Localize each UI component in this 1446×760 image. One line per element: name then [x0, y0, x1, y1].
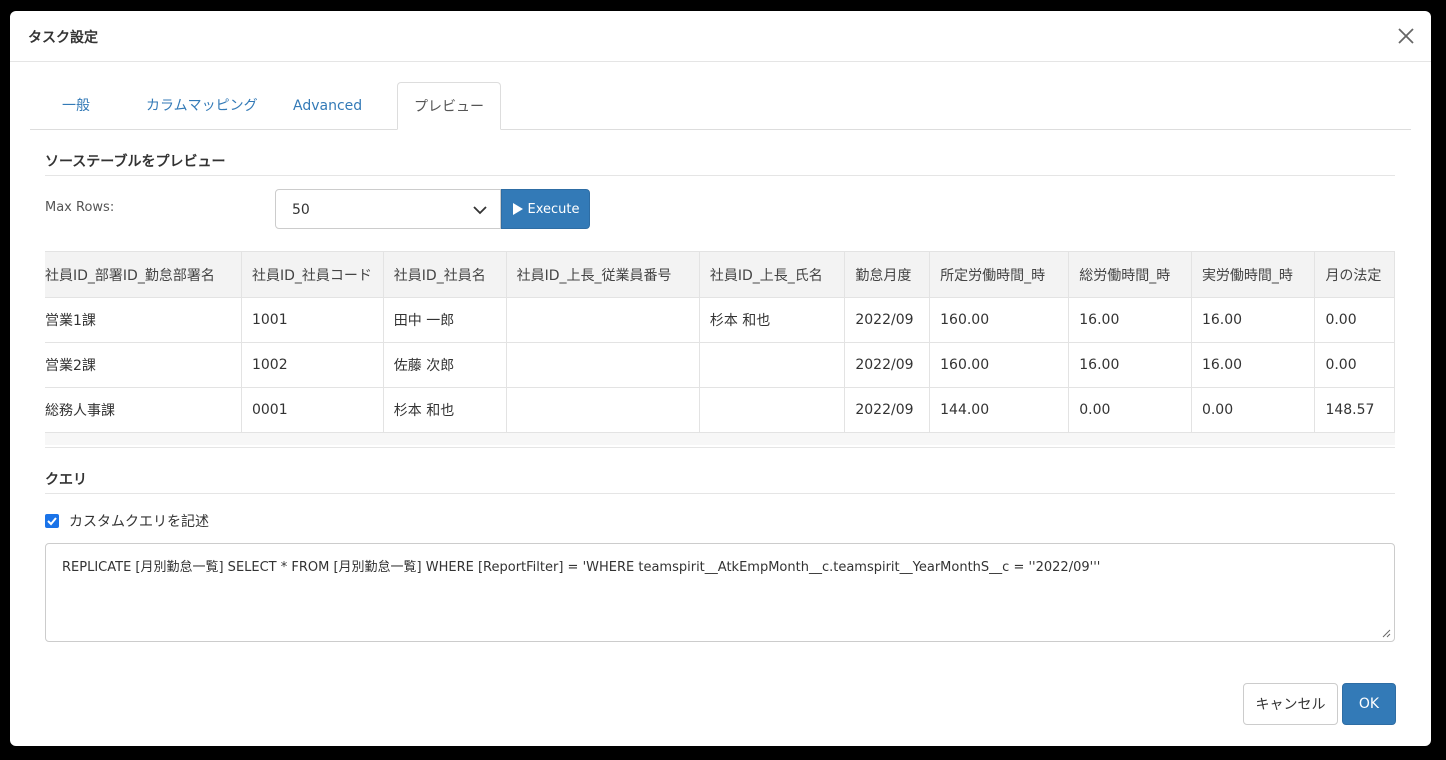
max-rows-label: Max Rows:: [45, 200, 115, 215]
tab-column-mapping[interactable]: カラムマッピング: [130, 82, 274, 128]
dialog-header: タスク設定: [10, 11, 1431, 62]
close-button[interactable]: [1393, 23, 1419, 49]
dialog-title: タスク設定: [28, 30, 98, 46]
query-textarea[interactable]: REPLICATE [月別勤怠一覧] SELECT * FROM [月別勤怠一覧…: [45, 543, 1395, 642]
table-cell: 0001: [240, 387, 384, 433]
custom-query-option: カスタムクエリを記述: [45, 511, 209, 531]
table-cell: 16.00: [1068, 342, 1192, 388]
column-header[interactable]: 社員ID_社員名: [382, 251, 507, 298]
column-header[interactable]: 実労働時間_時: [1190, 251, 1316, 298]
table-header-row: 社員ID_部署ID_勤怠部署名 社員ID_社員コード 社員ID_社員名 社員ID…: [45, 251, 1395, 298]
preview-section-title: ソーステーブルをプレビュー: [45, 154, 226, 170]
column-header[interactable]: 社員ID_上長_氏名: [698, 251, 846, 298]
table-cell: 総務人事課: [45, 387, 242, 433]
horizontal-scrollbar[interactable]: [45, 433, 1395, 445]
tab-general[interactable]: 一般: [46, 82, 106, 128]
table-cell: 営業2課: [45, 342, 242, 388]
table-cell: 佐藤 次郎: [382, 342, 507, 388]
play-icon: [512, 203, 523, 215]
table-cell: 杉本 和也: [382, 387, 507, 433]
table-cell: [505, 342, 700, 388]
table-cell: 杉本 和也: [698, 297, 846, 343]
column-header[interactable]: 社員ID_社員コード: [240, 251, 384, 298]
tab-bar: 一般 カラムマッピング Advanced プレビュー: [30, 82, 1411, 130]
preview-table: 社員ID_部署ID_勤怠部署名 社員ID_社員コード 社員ID_社員名 社員ID…: [45, 251, 1395, 433]
max-rows-select[interactable]: 50: [275, 189, 501, 229]
table-row: 営業1課 1001 田中 一郎 杉本 和也 2022/09 160.00 16.…: [45, 297, 1395, 343]
table-cell: 2022/09: [844, 342, 931, 388]
chevron-down-icon: [473, 206, 487, 215]
table-cell: [505, 387, 700, 433]
table-cell: 0.00: [1314, 297, 1395, 343]
column-header[interactable]: 所定労働時間_時: [929, 251, 1070, 298]
table-cell: 2022/09: [844, 387, 931, 433]
table-cell: 0.00: [1190, 387, 1316, 433]
column-header[interactable]: 社員ID_上長_従業員番号: [505, 251, 700, 298]
tab-preview[interactable]: プレビュー: [397, 82, 501, 130]
table-cell: 0.00: [1314, 342, 1395, 388]
table-cell: 0.00: [1068, 387, 1192, 433]
table-cell: 2022/09: [844, 297, 931, 343]
ok-button[interactable]: OK: [1342, 683, 1396, 725]
cancel-button[interactable]: キャンセル: [1243, 683, 1338, 725]
table-cell: 16.00: [1190, 342, 1316, 388]
column-header[interactable]: 勤怠月度: [844, 251, 931, 298]
execute-label: Execute: [527, 201, 580, 217]
table-cell: [698, 387, 846, 433]
column-header[interactable]: 総労働時間_時: [1068, 251, 1192, 298]
task-settings-dialog: タスク設定 一般 カラムマッピング Advanced プレビュー ソーステーブル…: [10, 11, 1431, 746]
table-cell: 148.57: [1314, 387, 1395, 433]
table-cell: 144.00: [929, 387, 1070, 433]
column-header[interactable]: 月の法定: [1314, 251, 1395, 298]
table-cell: 160.00: [929, 342, 1070, 388]
resize-handle-icon[interactable]: [1382, 629, 1391, 638]
column-header[interactable]: 社員ID_部署ID_勤怠部署名: [45, 251, 242, 298]
custom-query-checkbox[interactable]: [45, 514, 59, 528]
table-row: 総務人事課 0001 杉本 和也 2022/09 144.00 0.00 0.0…: [45, 387, 1395, 433]
table-cell: 1001: [240, 297, 384, 343]
table-cell: 田中 一郎: [382, 297, 507, 343]
table-cell: 16.00: [1068, 297, 1192, 343]
max-rows-value: 50: [292, 202, 310, 218]
query-text: REPLICATE [月別勤怠一覧] SELECT * FROM [月別勤怠一覧…: [62, 560, 1101, 575]
preview-grid[interactable]: 社員ID_部署ID_勤怠部署名 社員ID_社員コード 社員ID_社員名 社員ID…: [45, 251, 1395, 448]
table-cell: [505, 297, 700, 343]
table-row: 営業2課 1002 佐藤 次郎 2022/09 160.00 16.00 16.…: [45, 342, 1395, 388]
table-cell: [698, 342, 846, 388]
query-section-title: クエリ: [45, 472, 87, 488]
tab-advanced[interactable]: Advanced: [277, 82, 378, 128]
checkmark-icon: [47, 517, 57, 526]
close-icon: [1398, 28, 1414, 44]
table-cell: 16.00: [1190, 297, 1316, 343]
table-cell: 1002: [240, 342, 384, 388]
table-cell: 営業1課: [45, 297, 242, 343]
table-cell: 160.00: [929, 297, 1070, 343]
custom-query-label[interactable]: カスタムクエリを記述: [69, 511, 209, 531]
query-section-divider: [45, 493, 1395, 494]
execute-button[interactable]: Execute: [501, 189, 590, 229]
preview-section-divider: [45, 175, 1395, 176]
